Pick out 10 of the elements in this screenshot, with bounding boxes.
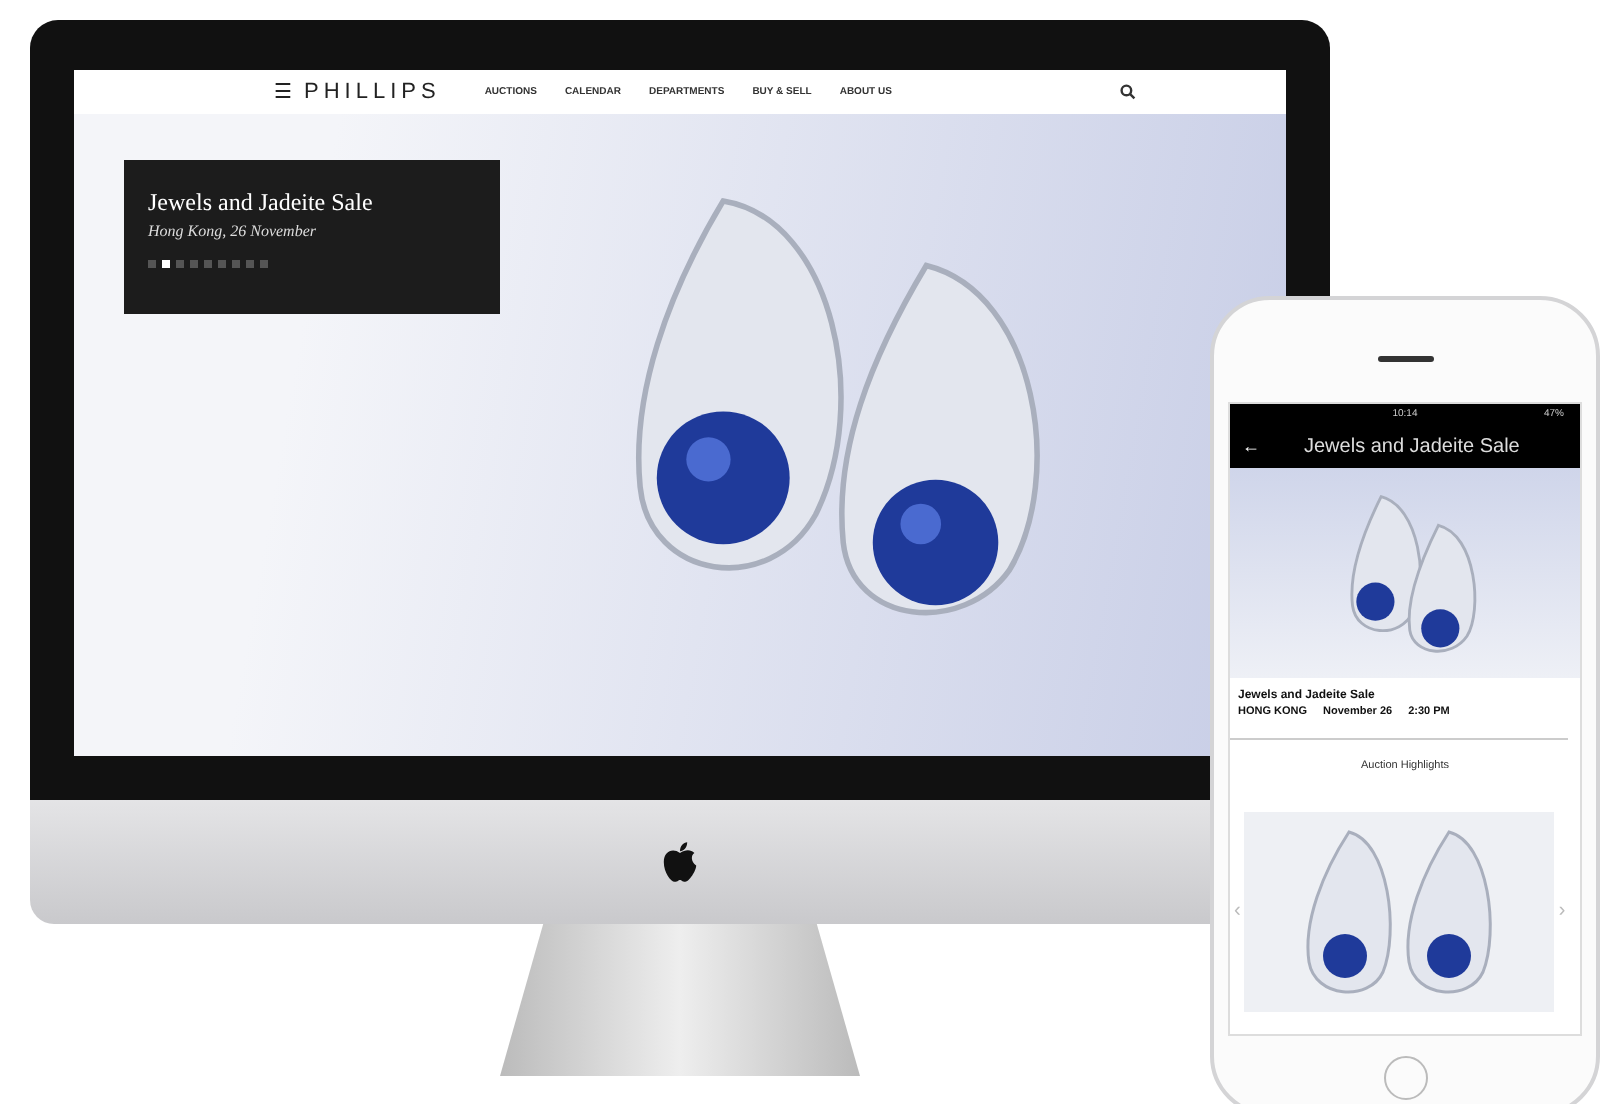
apple-logo-icon bbox=[662, 840, 698, 884]
sale-title[interactable]: Jewels and Jadeite Sale bbox=[148, 188, 476, 218]
phone-speaker bbox=[1377, 356, 1433, 362]
home-button[interactable] bbox=[1383, 1056, 1427, 1100]
search-icon[interactable] bbox=[1119, 84, 1136, 100]
logo[interactable]: PHILLIPS bbox=[304, 80, 441, 104]
header-title: Jewels and Jadeite Sale bbox=[1304, 435, 1520, 457]
back-button[interactable]: ← bbox=[1242, 436, 1260, 456]
sale-subtitle: Hong Kong, 26 November bbox=[148, 222, 318, 240]
menu-button[interactable]: ☰ bbox=[274, 80, 292, 104]
